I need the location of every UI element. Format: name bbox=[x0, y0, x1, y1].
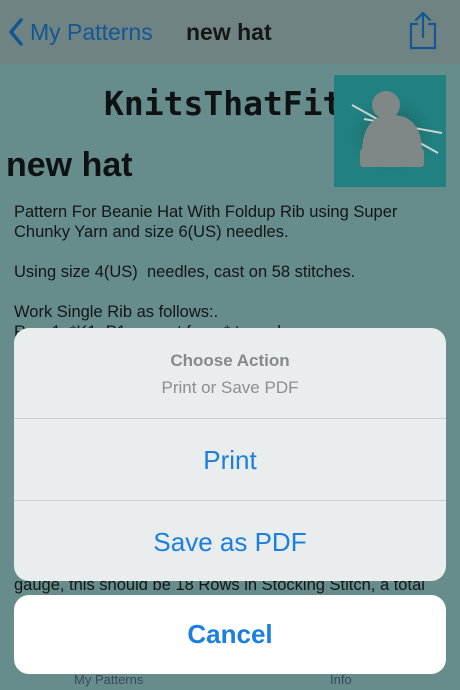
action-sheet: Choose Action Print or Save PDF Print Sa… bbox=[14, 328, 446, 581]
action-sheet-header: Choose Action Print or Save PDF bbox=[14, 328, 446, 418]
print-button[interactable]: Print bbox=[14, 418, 446, 500]
action-sheet-title: Choose Action bbox=[170, 351, 290, 370]
action-sheet-message: Print or Save PDF bbox=[161, 378, 299, 397]
cancel-button[interactable]: Cancel bbox=[14, 595, 446, 674]
save-as-pdf-button[interactable]: Save as PDF bbox=[14, 500, 446, 581]
